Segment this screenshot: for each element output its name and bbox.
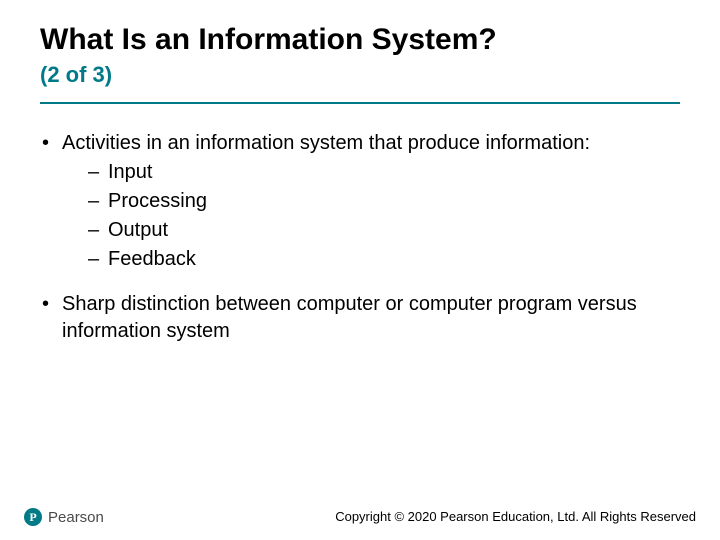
title-underline bbox=[40, 102, 680, 104]
title-block: What Is an Information System? (2 of 3) bbox=[40, 22, 680, 88]
copyright-text: Copyright © 2020 Pearson Education, Ltd.… bbox=[335, 509, 696, 524]
slide-body: Activities in an information system that… bbox=[40, 130, 680, 363]
bullet-distinction: Sharp distinction between computer or co… bbox=[40, 291, 680, 345]
bullet-activities-text: Activities in an information system that… bbox=[62, 132, 590, 154]
bullet-list: Activities in an information system that… bbox=[40, 130, 680, 345]
pearson-logo: P Pearson bbox=[24, 508, 104, 526]
logo-brand-text: Pearson bbox=[48, 509, 104, 526]
sub-item-output: Output bbox=[88, 217, 680, 244]
slide-title: What Is an Information System? bbox=[40, 22, 680, 58]
bullet-activities: Activities in an information system that… bbox=[40, 130, 680, 273]
slide-subtitle: (2 of 3) bbox=[40, 62, 680, 88]
activities-sublist: Input Processing Output Feedback bbox=[62, 159, 680, 273]
sub-item-processing: Processing bbox=[88, 188, 680, 215]
sub-item-input: Input bbox=[88, 159, 680, 186]
slide-footer: P Pearson Copyright © 2020 Pearson Educa… bbox=[0, 492, 720, 540]
slide: What Is an Information System? (2 of 3) … bbox=[0, 0, 720, 540]
sub-item-feedback: Feedback bbox=[88, 246, 680, 273]
logo-mark-icon: P bbox=[24, 508, 42, 526]
